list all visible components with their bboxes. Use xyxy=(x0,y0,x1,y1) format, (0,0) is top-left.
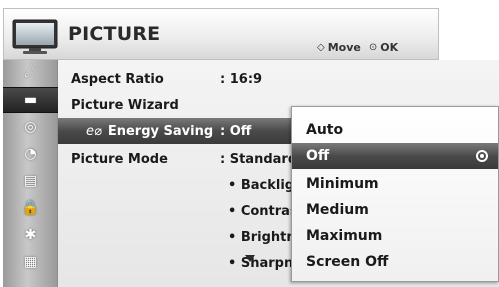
satellite-dish-icon: ☄ xyxy=(24,65,37,81)
menu-row-label: Energy Saving xyxy=(107,124,214,139)
move-arrows-icon: ◇ xyxy=(317,41,325,53)
sidebar-item-channel[interactable]: ☄ xyxy=(3,60,58,86)
ok-button-icon: ⊙ xyxy=(368,41,378,53)
sidebar-item-picture[interactable]: ▬ xyxy=(3,87,58,113)
tv-icon xyxy=(12,19,58,54)
option-screen-off[interactable]: Screen Off xyxy=(292,249,498,275)
move-hint-label: Move xyxy=(327,40,361,54)
menu-row-label: Picture Wizard xyxy=(71,98,179,113)
option-label: Minimum xyxy=(306,176,379,192)
option-off[interactable]: Off xyxy=(292,143,498,169)
option-medium[interactable]: Medium xyxy=(292,197,498,223)
sidebar-item-time[interactable]: ◔ xyxy=(3,141,58,167)
page-title: PICTURE xyxy=(68,23,161,45)
scroll-down-arrow-icon[interactable] xyxy=(245,255,255,262)
eco-leaf-icon: e⌀ xyxy=(86,124,102,139)
menu-header: PICTURE ◇ Move ⊙ OK xyxy=(3,8,439,60)
audio-icon: ◎ xyxy=(24,119,37,135)
settings-list-icon: ▤ xyxy=(23,173,38,189)
selected-radio-icon xyxy=(476,150,488,162)
option-label: Off xyxy=(306,148,330,164)
option-maximum[interactable]: Maximum xyxy=(292,223,498,249)
media-clapper-icon: ▦ xyxy=(23,254,38,270)
lock-icon: 🔒 xyxy=(21,200,40,216)
option-label: Auto xyxy=(306,122,344,138)
energy-saving-dropdown: Auto Off Minimum Medium Maximum Screen O… xyxy=(291,106,499,282)
option-auto[interactable]: Auto xyxy=(292,117,498,143)
option-label: Medium xyxy=(306,202,369,218)
option-label: Maximum xyxy=(306,228,383,244)
tv-menu-screen: PICTURE ◇ Move ⊙ OK ☄ ▬ ◎ ◔ ▤ 🔒 ✱ ▦ Aspe… xyxy=(0,0,499,287)
sidebar-item-bluetooth[interactable]: ✱ xyxy=(3,222,58,248)
navigation-hint: ◇ Move ⊙ OK xyxy=(317,40,398,54)
clock-icon: ◔ xyxy=(24,146,37,162)
menu-row-label: Aspect Ratio xyxy=(71,72,164,87)
menu-row-aspect-ratio[interactable]: Aspect Ratio : 16:9 xyxy=(58,66,499,92)
sidebar-item-lock[interactable]: 🔒 xyxy=(3,195,58,221)
menu-row-value: : 16:9 xyxy=(220,72,263,87)
picture-icon: ▬ xyxy=(23,92,38,108)
option-label: Screen Off xyxy=(306,254,389,270)
menu-row-label: Picture Mode xyxy=(71,152,168,167)
option-minimum[interactable]: Minimum xyxy=(292,171,498,197)
sidebar-item-audio[interactable]: ◎ xyxy=(3,114,58,140)
sidebar-item-option[interactable]: ▤ xyxy=(3,168,58,194)
ok-hint-label: OK xyxy=(380,40,399,54)
sidebar-item-media[interactable]: ▦ xyxy=(3,249,58,275)
bluetooth-icon: ✱ xyxy=(24,227,37,243)
category-sidebar: ☄ ▬ ◎ ◔ ▤ 🔒 ✱ ▦ xyxy=(3,60,58,287)
menu-row-value: : Off xyxy=(220,124,252,139)
menu-row-value: : Standard xyxy=(220,152,298,167)
